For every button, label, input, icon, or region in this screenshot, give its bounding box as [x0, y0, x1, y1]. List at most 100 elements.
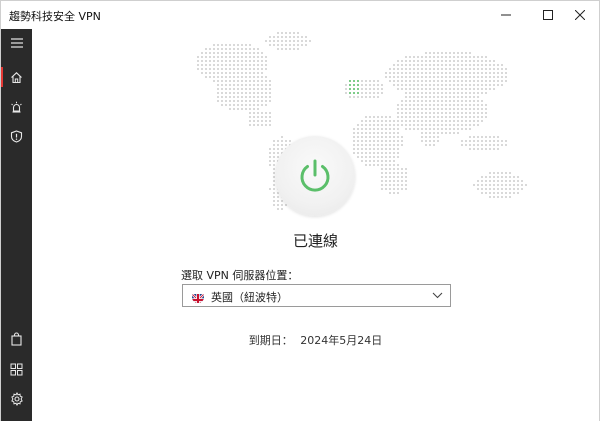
map-dot — [392, 179, 396, 183]
map-dot — [392, 163, 396, 167]
map-dot — [424, 135, 428, 139]
map-dot — [384, 139, 388, 143]
map-dot — [208, 47, 212, 51]
menu-button[interactable] — [1, 29, 32, 57]
map-dot — [488, 171, 492, 175]
map-dot — [400, 175, 404, 179]
map-dot — [196, 55, 200, 59]
map-dot — [444, 131, 448, 135]
map-dot — [476, 99, 480, 103]
map-dot — [504, 183, 508, 187]
map-dot — [240, 47, 244, 51]
map-dot — [400, 171, 404, 175]
map-dot — [280, 47, 284, 51]
map-dot — [480, 135, 484, 139]
map-dot — [280, 31, 284, 35]
map-dot — [424, 51, 428, 55]
map-dot — [524, 183, 528, 187]
map-dot — [408, 119, 412, 123]
sidebar-item-settings[interactable] — [1, 385, 32, 413]
map-dot — [224, 51, 228, 55]
sidebar-item-security[interactable] — [1, 122, 32, 150]
map-dot — [216, 47, 220, 51]
map-dot — [352, 147, 356, 151]
hamburger-menu-icon — [10, 38, 23, 48]
map-dot — [264, 95, 268, 99]
map-dot — [204, 71, 208, 75]
map-dot — [496, 171, 500, 175]
sidebar-item-apps[interactable] — [1, 355, 32, 383]
map-dot — [436, 87, 440, 91]
map-dot-uk — [352, 91, 356, 95]
power-button[interactable] — [275, 136, 355, 216]
map-dot — [372, 151, 376, 155]
map-dot — [420, 127, 424, 131]
map-dot — [364, 159, 368, 163]
map-dot — [244, 83, 248, 87]
map-dot — [264, 119, 268, 123]
map-dot — [380, 139, 384, 143]
map-dot — [252, 47, 256, 51]
map-dot — [256, 91, 260, 95]
map-dot — [388, 131, 392, 135]
map-dot — [236, 103, 240, 107]
map-dot — [468, 111, 472, 115]
map-dot — [444, 111, 448, 115]
map-dot — [424, 71, 428, 75]
map-dot — [460, 67, 464, 71]
map-dot — [212, 67, 216, 71]
map-dot — [424, 59, 428, 63]
map-dot — [400, 87, 404, 91]
map-dot — [388, 163, 392, 167]
map-dot — [496, 139, 500, 143]
map-dot — [420, 71, 424, 75]
map-dot — [236, 55, 240, 59]
map-dot — [368, 131, 372, 135]
map-dot — [376, 139, 380, 143]
map-dot — [252, 79, 256, 83]
map-dot — [444, 119, 448, 123]
map-dot — [388, 147, 392, 151]
map-dot — [240, 63, 244, 67]
map-dot — [360, 131, 364, 135]
map-dot — [488, 59, 492, 63]
map-dot — [236, 87, 240, 91]
minimize-button[interactable] — [487, 1, 525, 29]
map-dot — [500, 83, 504, 87]
map-dot — [356, 127, 360, 131]
map-dot — [460, 95, 464, 99]
map-dot — [408, 107, 412, 111]
map-dot — [388, 115, 392, 119]
map-dot — [440, 91, 444, 95]
map-dot — [216, 75, 220, 79]
map-dot — [256, 115, 260, 119]
close-button[interactable] — [561, 1, 599, 29]
map-dot — [480, 191, 484, 195]
sidebar-item-shop[interactable] — [1, 325, 32, 353]
sidebar-item-home[interactable] — [1, 63, 32, 91]
map-dot — [236, 63, 240, 67]
map-dot — [440, 79, 444, 83]
shopping-bag-icon — [11, 332, 22, 346]
map-dot — [244, 43, 248, 47]
map-dot — [496, 63, 500, 67]
map-dot — [392, 159, 396, 163]
map-dot — [344, 87, 348, 91]
server-location-select[interactable]: 英國（紐波特） — [182, 284, 451, 307]
map-dot — [256, 67, 260, 71]
map-dot — [448, 115, 452, 119]
map-dot — [472, 99, 476, 103]
map-dot — [420, 95, 424, 99]
sidebar-item-alerts[interactable] — [1, 93, 32, 121]
map-dot — [420, 83, 424, 87]
map-dot — [404, 183, 408, 187]
map-dot — [380, 131, 384, 135]
map-dot — [488, 179, 492, 183]
map-dot — [376, 91, 380, 95]
map-dot — [452, 115, 456, 119]
map-dot — [376, 159, 380, 163]
map-dot — [412, 59, 416, 63]
map-dot — [420, 139, 424, 143]
map-dot — [496, 135, 500, 139]
map-dot — [364, 127, 368, 131]
